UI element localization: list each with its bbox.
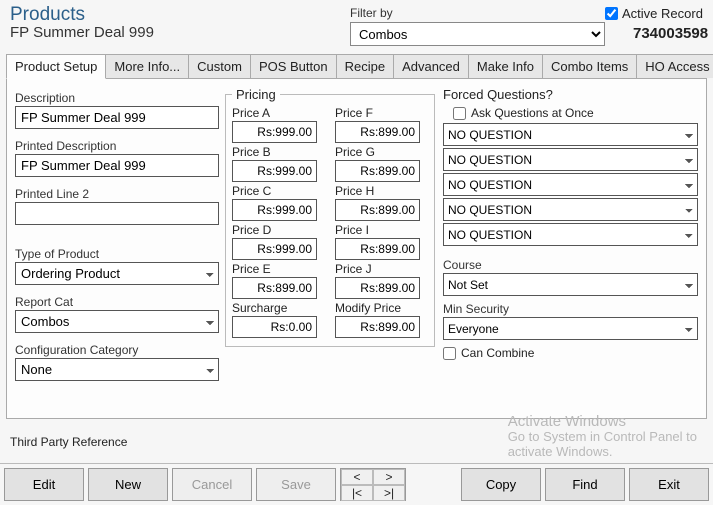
tab-combo-items[interactable]: Combo Items [542,54,637,78]
can-combine-checkbox[interactable] [443,347,456,360]
tab-advanced[interactable]: Advanced [393,54,469,78]
printed-desc-input[interactable] [15,154,219,177]
min-security-select[interactable]: Everyone [443,317,698,340]
price-a-input[interactable] [232,121,317,143]
course-label: Course [443,258,698,272]
surcharge-label: Surcharge [232,301,325,315]
find-button[interactable]: Find [545,468,625,501]
config-cat-select[interactable]: None [15,358,219,381]
third-party-ref-label: Third Party Reference [10,435,127,449]
tab-more-info[interactable]: More Info... [105,54,189,78]
report-cat-label: Report Cat [15,295,219,309]
price-c-input[interactable] [232,199,317,221]
price-j-input[interactable] [335,277,420,299]
active-record-checkbox[interactable] [605,7,618,20]
printed-line2-input[interactable] [15,202,219,225]
forced-question-3[interactable]: NO QUESTION [443,173,698,196]
price-d-input[interactable] [232,238,317,260]
tab-ho-access[interactable]: HO Access [636,54,713,78]
save-button: Save [256,468,336,501]
price-h-label: Price H [335,184,428,198]
min-security-label: Min Security [443,302,698,316]
forced-questions-title: Forced Questions? [443,87,698,102]
product-name: FP Summer Deal 999 [10,24,350,41]
record-id: 734003598 [633,25,713,42]
pricing-group: Pricing Price A Price F Price B Price G … [225,87,435,347]
filter-by-select[interactable]: Combos [350,22,605,46]
config-cat-label: Configuration Category [15,343,219,357]
nav-next-button[interactable]: > [373,469,405,485]
edit-button[interactable]: Edit [4,468,84,501]
copy-button[interactable]: Copy [461,468,541,501]
forced-question-4[interactable]: NO QUESTION [443,198,698,221]
tab-recipe[interactable]: Recipe [336,54,394,78]
price-f-label: Price F [335,106,428,120]
price-e-input[interactable] [232,277,317,299]
nav-last-button[interactable]: >| [373,485,405,501]
tab-bar: Product Setup More Info... Custom POS Bu… [6,54,707,79]
new-button[interactable]: New [88,468,168,501]
description-label: Description [15,91,219,105]
price-b-input[interactable] [232,160,317,182]
price-g-input[interactable] [335,160,420,182]
surcharge-input[interactable] [232,316,317,338]
price-g-label: Price G [335,145,428,159]
active-record-label: Active Record [622,6,703,21]
filter-by-label: Filter by [350,6,605,20]
modify-price-label: Modify Price [335,301,428,315]
nav-first-button[interactable]: |< [341,485,373,501]
tab-custom[interactable]: Custom [188,54,251,78]
printed-desc-label: Printed Description [15,139,219,153]
price-c-label: Price C [232,184,325,198]
price-b-label: Price B [232,145,325,159]
description-input[interactable] [15,106,219,129]
price-e-label: Price E [232,262,325,276]
price-a-label: Price A [232,106,325,120]
price-j-label: Price J [335,262,428,276]
type-of-product-select[interactable]: Ordering Product [15,262,219,285]
nav-prev-button[interactable]: < [341,469,373,485]
exit-button[interactable]: Exit [629,468,709,501]
price-h-input[interactable] [335,199,420,221]
tab-product-setup[interactable]: Product Setup [6,54,106,79]
forced-question-2[interactable]: NO QUESTION [443,148,698,171]
bottom-toolbar: Edit New Cancel Save < > |< >| Copy Find… [0,463,713,505]
modify-price-input[interactable] [335,316,420,338]
price-d-label: Price D [232,223,325,237]
report-cat-select[interactable]: Combos [15,310,219,333]
tab-pos-button[interactable]: POS Button [250,54,337,78]
price-i-label: Price I [335,223,428,237]
printed-line2-label: Printed Line 2 [15,187,219,201]
forced-question-5[interactable]: NO QUESTION [443,223,698,246]
type-of-product-label: Type of Product [15,247,219,261]
can-combine-label: Can Combine [461,346,534,360]
windows-watermark: Activate Windows Go to System in Control… [508,414,697,459]
ask-at-once-label: Ask Questions at Once [471,106,594,120]
cancel-button: Cancel [172,468,252,501]
price-i-input[interactable] [335,238,420,260]
tab-make-info[interactable]: Make Info [468,54,543,78]
forced-question-1[interactable]: NO QUESTION [443,123,698,146]
pricing-legend: Pricing [232,87,280,102]
price-f-input[interactable] [335,121,420,143]
course-select[interactable]: Not Set [443,273,698,296]
page-title: Products [10,4,350,26]
ask-at-once-checkbox[interactable] [453,107,466,120]
